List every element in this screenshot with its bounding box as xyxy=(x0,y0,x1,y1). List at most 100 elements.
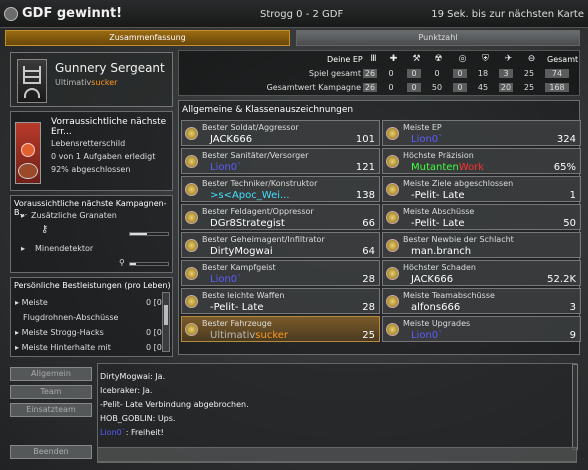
grenade-icon: ▸ xyxy=(21,211,26,220)
tab-summary[interactable]: Zusammenfassung xyxy=(5,30,290,46)
award-name: Lebensretterschild xyxy=(51,139,126,148)
rank-class-icon: Ⅲ xyxy=(370,54,377,64)
award-best-vehicles: Bester Fahrzeuge Ultimativsucker 25 xyxy=(181,316,380,342)
table-cell: 0 xyxy=(388,83,394,92)
table-cell: 20 xyxy=(499,83,513,92)
table-cell: 25 xyxy=(523,69,535,78)
your-xp-label: Deine EP xyxy=(327,55,363,64)
match-score: Strogg 0 - 2 GDF xyxy=(260,9,344,20)
top-bar: GDF gewinnt! Strogg 0 - 2 GDF 19 Sek. bi… xyxy=(0,0,588,28)
grenade-unlock-icon: ⚷ xyxy=(41,224,49,235)
award-icon xyxy=(386,267,399,280)
list-item: ▸ Meiste Hinterhalte mit 0 [0] xyxy=(15,343,165,352)
campaign-total-label: Gesamtwert Kampagne xyxy=(266,83,361,92)
awards-panel: Allgemeine & Klassenauszeichnungen Beste… xyxy=(178,100,581,355)
award-icon xyxy=(185,155,198,168)
table-cell: 50 xyxy=(431,83,443,92)
award-icon xyxy=(386,183,399,196)
award-best-engineer: Bester Techniker/Konstruktor >s<Apoc_Wei… xyxy=(181,176,380,202)
chat-scrollbar[interactable] xyxy=(572,364,578,450)
chat-all-button[interactable]: Allgemein xyxy=(10,367,92,381)
mine-detector-progress xyxy=(129,262,169,266)
table-cell: 168 xyxy=(545,83,569,92)
chat-message: -Pelit- Late Verbindung abgebrochen. xyxy=(100,400,249,409)
table-cell: 26 xyxy=(363,83,377,92)
tab-score[interactable]: Punktzahl xyxy=(296,30,580,46)
next-award-panel: Vorraussichtliche nächste Err... Lebensr… xyxy=(10,111,173,191)
award-best-light-weapons: Beste leichte Waffen -Pelit- Late 28 xyxy=(181,288,380,314)
total-label: Gesamt xyxy=(547,55,579,64)
next-map-timer: 19 Sek. bis zur nächsten Karte xyxy=(431,9,584,20)
award-most-xp: Meiste EP Lion0` 324 xyxy=(382,120,581,146)
table-cell: 0 xyxy=(407,69,421,78)
award-icon xyxy=(185,211,198,224)
mine-icon: ▸ xyxy=(21,244,26,253)
table-cell: 26 xyxy=(363,69,377,78)
personal-bests-panel: Persönliche Bestleistungen (pro Leben) ▸… xyxy=(10,277,173,357)
shield-icon: ⛨ xyxy=(482,54,489,64)
list-item: Flugdrohnen-Abschüsse xyxy=(23,313,119,322)
game-total-label: Spiel gesamt xyxy=(308,69,361,78)
table-cell: 0 xyxy=(407,83,421,92)
field-ops-icon: ☢ xyxy=(434,54,443,64)
chat-message: Lion0`: Freiheit! xyxy=(100,428,164,437)
match-result-title: GDF gewinnt! xyxy=(22,6,123,21)
player-name: Ultimativsucker xyxy=(55,78,118,87)
list-item: ▸ Meiste Strogg-Hacks 0 [0] xyxy=(15,328,165,337)
award-icon xyxy=(185,323,198,336)
mine-detector-label: Minendetektor xyxy=(35,244,94,253)
award-most-upgrades: Meiste Upgrades Lion0` 9 xyxy=(382,316,581,342)
next-award-heading: Vorraussichtliche nächste Err... xyxy=(51,117,167,137)
table-cell: 0 xyxy=(388,69,394,78)
rank-insignia-icon xyxy=(17,59,47,103)
award-icon xyxy=(185,267,198,280)
gdf-logo-icon xyxy=(4,7,18,21)
rank-title: Gunnery Sergeant xyxy=(55,61,165,75)
xp-stats-table: Deine EP Ⅲ ✚ ⚒ ☢ ◎ ⛨ ✈ ⊖ Gesamt Spiel ge… xyxy=(178,50,580,96)
extra-grenades-progress xyxy=(129,232,169,236)
location-icon: ⚲ xyxy=(119,258,125,267)
award-icon xyxy=(386,127,399,140)
chat-message: HOB_GOBLIN: Ups. xyxy=(100,414,176,423)
award-icon xyxy=(185,183,198,196)
table-cell: 74 xyxy=(545,69,569,78)
engineer-icon: ⚒ xyxy=(412,54,421,64)
quit-button[interactable]: Beenden xyxy=(10,445,92,459)
award-best-medic: Bester Sanitäter/Versorger Lion0` 121 xyxy=(181,148,380,174)
chat-input[interactable] xyxy=(97,447,577,462)
award-icon xyxy=(185,239,198,252)
award-most-kills: Meiste Abschüsse -Pelit- Late 50 xyxy=(382,204,581,230)
chat-message: DirtyMogwai: Ja. xyxy=(100,372,166,381)
covert-ops-icon: ◎ xyxy=(458,54,467,64)
chat-channel-buttons: Allgemein Team Einsatzteam Beenden xyxy=(8,363,94,463)
table-cell: 0 xyxy=(453,69,467,78)
personal-bests-heading: Persönliche Bestleistungen (pro Leben) xyxy=(14,281,171,290)
award-best-covert-ops: Bester Geheimagent/Infiltrator DirtyMogw… xyxy=(181,232,380,258)
table-cell: 0 xyxy=(453,83,467,92)
extra-grenades-label: Zusätzliche Granaten xyxy=(31,211,117,220)
table-cell: 25 xyxy=(523,83,535,92)
list-item: ▸ Meiste 0 [0] xyxy=(15,298,165,307)
award-best-field-ops: Bester Feldagent/Oppressor DGr8Strategis… xyxy=(181,204,380,230)
chat-squad-button[interactable]: Einsatzteam xyxy=(10,403,92,417)
award-icon xyxy=(185,295,198,308)
table-cell: 0 xyxy=(434,69,440,78)
chat-message: Icebraker: Ja. xyxy=(100,386,153,395)
award-best-newbie: Bester Newbie der Schlacht man.branch xyxy=(382,232,581,258)
award-highest-accuracy: Höchste Präzision MutantenWork 65% xyxy=(382,148,581,174)
award-most-teamkills: Meiste Teamabschüsse alfons666 3 xyxy=(382,288,581,314)
award-highest-damage: Höchster Schaden JACK666 52.2K xyxy=(382,260,581,286)
award-best-soldier: Bester Soldat/Aggressor JACK666 101 xyxy=(181,120,380,146)
personal-bests-scrollbar[interactable] xyxy=(162,292,170,352)
lifesaver-medal-icon xyxy=(15,122,41,184)
award-most-objectives: Meiste Ziele abgeschlossen -Pelit- Late … xyxy=(382,176,581,202)
medic-icon: ✚ xyxy=(389,54,398,64)
awards-heading: Allgemeine & Klassenauszeichnungen xyxy=(182,105,354,115)
vehicle-icon: ✈ xyxy=(504,54,513,64)
next-campaign-panel: Voraussichtliche nächste Kampagnen-B... … xyxy=(10,195,173,273)
award-icon xyxy=(386,155,399,168)
chat-team-button[interactable]: Team xyxy=(10,385,92,399)
award-icon xyxy=(386,295,399,308)
minus-icon: ⊖ xyxy=(527,54,536,64)
award-icon xyxy=(386,239,399,252)
